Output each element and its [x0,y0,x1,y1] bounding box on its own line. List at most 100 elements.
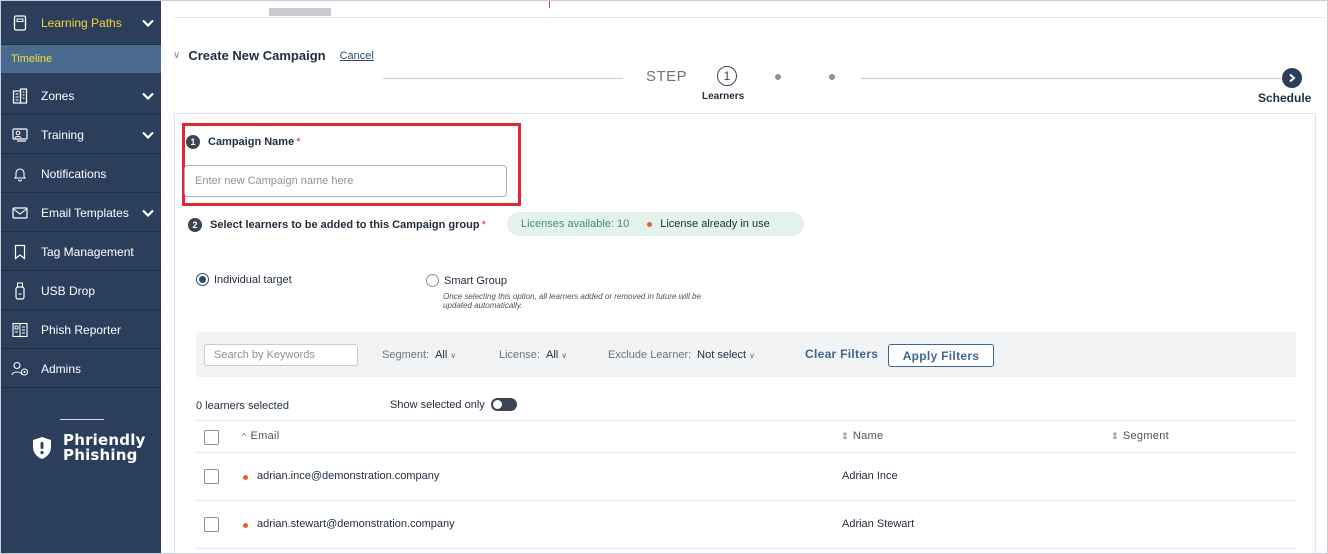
sort-icon: ⇕ [1111,430,1119,441]
campaign-name-label-text: Campaign Name [208,136,295,148]
sidebar-item-usb-drop[interactable]: USB Drop [1,272,161,310]
learner-email: adrian.ince@demonstration.company [257,470,440,482]
sidebar-item-label: USB Drop [41,283,96,298]
sidebar-item-training[interactable]: Training [1,116,161,154]
create-campaign-header: ∨ Create New Campaign Cancel [173,48,374,63]
license-status-pill: Licenses available: 10 License already i… [507,212,804,236]
sidebar-item-tag-management[interactable]: Tag Management [1,233,161,271]
sidebar-item-label: Notifications [41,166,107,181]
cancel-link[interactable]: Cancel [340,50,374,62]
stepper-next-button[interactable] [1282,68,1302,88]
sidebar-subitem-timeline[interactable]: Timeline [1,45,161,73]
license-filter[interactable]: License: All ∨ [499,349,567,361]
stepper-line-right [861,78,1281,79]
sidebar-item-admins[interactable]: Admins [1,350,161,388]
page-title: Create New Campaign [188,48,326,63]
column-header-label: Email [250,430,280,442]
sidebar: Learning Paths Timeline Zones Training N… [1,1,161,553]
envelope-icon [11,204,29,222]
bookmark-icon [11,243,29,261]
select-all-checkbox[interactable] [204,430,219,445]
chevron-right-icon [1289,73,1296,83]
chevron-down-icon: ∨ [749,350,755,360]
chevron-down-icon[interactable] [141,19,155,27]
sidebar-item-label: Phish Reporter [41,322,122,337]
stepper-label: STEP [646,68,688,85]
sidebar-item-label: Zones [41,88,75,103]
stepper-line-left [383,78,623,79]
show-selected-toggle[interactable]: Show selected only [390,398,517,411]
exclude-filter-label: Exclude Learner: [608,349,692,361]
table-row[interactable]: adrian.stewart@demonstration.company Adr… [196,501,1296,549]
chevron-down-icon[interactable] [141,209,155,217]
sidebar-item-phish-reporter[interactable]: Phish Reporter [1,311,161,349]
sidebar-item-notifications[interactable]: Notifications [1,155,161,193]
radio-label: Smart Group [444,274,507,287]
report-icon [11,321,29,339]
sidebar-item-learning-paths[interactable]: Learning Paths [1,1,161,45]
license-filter-label: License: [499,349,540,361]
column-header-segment[interactable]: ⇕ Segment [1111,430,1169,442]
table-header-row: ^ Email ⇕ Name ⇕ Segment [196,420,1296,453]
table-row[interactable]: adrian.ince@demonstration.company Adrian… [196,453,1296,501]
top-tab-strip [174,1,1324,18]
stepper-current-step[interactable]: 1 [717,66,737,86]
clear-filters-button[interactable]: Clear Filters [805,347,878,361]
chevron-down-icon[interactable] [141,92,155,100]
column-header-label: Segment [1122,430,1169,442]
learner-name: Adrian Stewart [842,518,915,530]
select-learners-label-text: Select learners to be added to this Camp… [210,219,480,231]
step-number-badge: 1 [186,135,200,149]
search-input[interactable] [204,344,358,366]
column-header-email[interactable]: ^ Email [242,430,280,442]
row-checkbox[interactable] [204,469,219,484]
exclude-learner-filter[interactable]: Exclude Learner: Not select ∨ [608,349,755,361]
license-in-use-dot [647,221,653,227]
license-filter-value: All [545,349,559,361]
chevron-down-icon: ∨ [561,350,568,360]
campaign-name-label: Campaign Name * [208,136,300,148]
building-icon [11,87,29,105]
tab-marker [549,1,550,8]
selected-count: 0 learners selected [196,400,289,412]
sort-icon: ⇕ [841,430,849,441]
segment-filter[interactable]: Segment: All ∨ [382,349,456,361]
sidebar-item-label: Email Templates [41,205,129,220]
column-header-name[interactable]: ⇕ Name [841,430,883,442]
sidebar-item-zones[interactable]: Zones [1,77,161,115]
row-checkbox[interactable] [204,517,219,532]
stepper-dot[interactable] [775,74,781,80]
active-tab-indicator [269,8,331,16]
chevron-down-icon: ∨ [450,350,457,360]
sidebar-item-email-templates[interactable]: Email Templates [1,194,161,232]
sidebar-item-label: Admins [41,361,82,376]
radio-button[interactable] [426,274,439,287]
sort-icon: ^ [242,431,247,441]
chevron-down-icon[interactable] [141,131,155,139]
learner-email: adrian.stewart@demonstration.company [257,518,455,530]
logo-text-line2: Phishing [63,446,138,464]
show-selected-label: Show selected only [390,398,485,411]
collapse-chevron-icon[interactable]: ∨ [173,50,180,61]
license-in-use-legend: License already in use [660,218,770,230]
apply-filters-button[interactable]: Apply Filters [888,344,994,367]
exclude-filter-value: Not select [697,349,747,361]
sidebar-divider [60,419,104,420]
stepper-dot[interactable] [829,74,835,80]
segment-filter-value: All [435,349,448,361]
bell-icon [11,165,29,183]
toggle-switch[interactable] [490,398,517,411]
main-content: ∨ Create New Campaign Cancel STEP 1 Lear… [161,1,1327,553]
radio-individual-target[interactable]: Individual target [196,273,292,286]
shield-icon [33,437,51,459]
sidebar-item-label: Learning Paths [41,15,122,30]
training-icon [11,126,29,144]
radio-button[interactable] [196,273,209,286]
licenses-available: Licenses available: 10 [521,218,630,230]
smart-group-note: Once selecting this option, all learners… [443,292,701,310]
learners-table: ^ Email ⇕ Name ⇕ Segment adrian.ince@dem… [196,420,1296,549]
book-icon [11,14,29,32]
stepper-current-name: Learners [702,91,745,102]
campaign-name-input[interactable] [184,165,507,197]
radio-smart-group[interactable]: Smart Group [426,274,507,287]
